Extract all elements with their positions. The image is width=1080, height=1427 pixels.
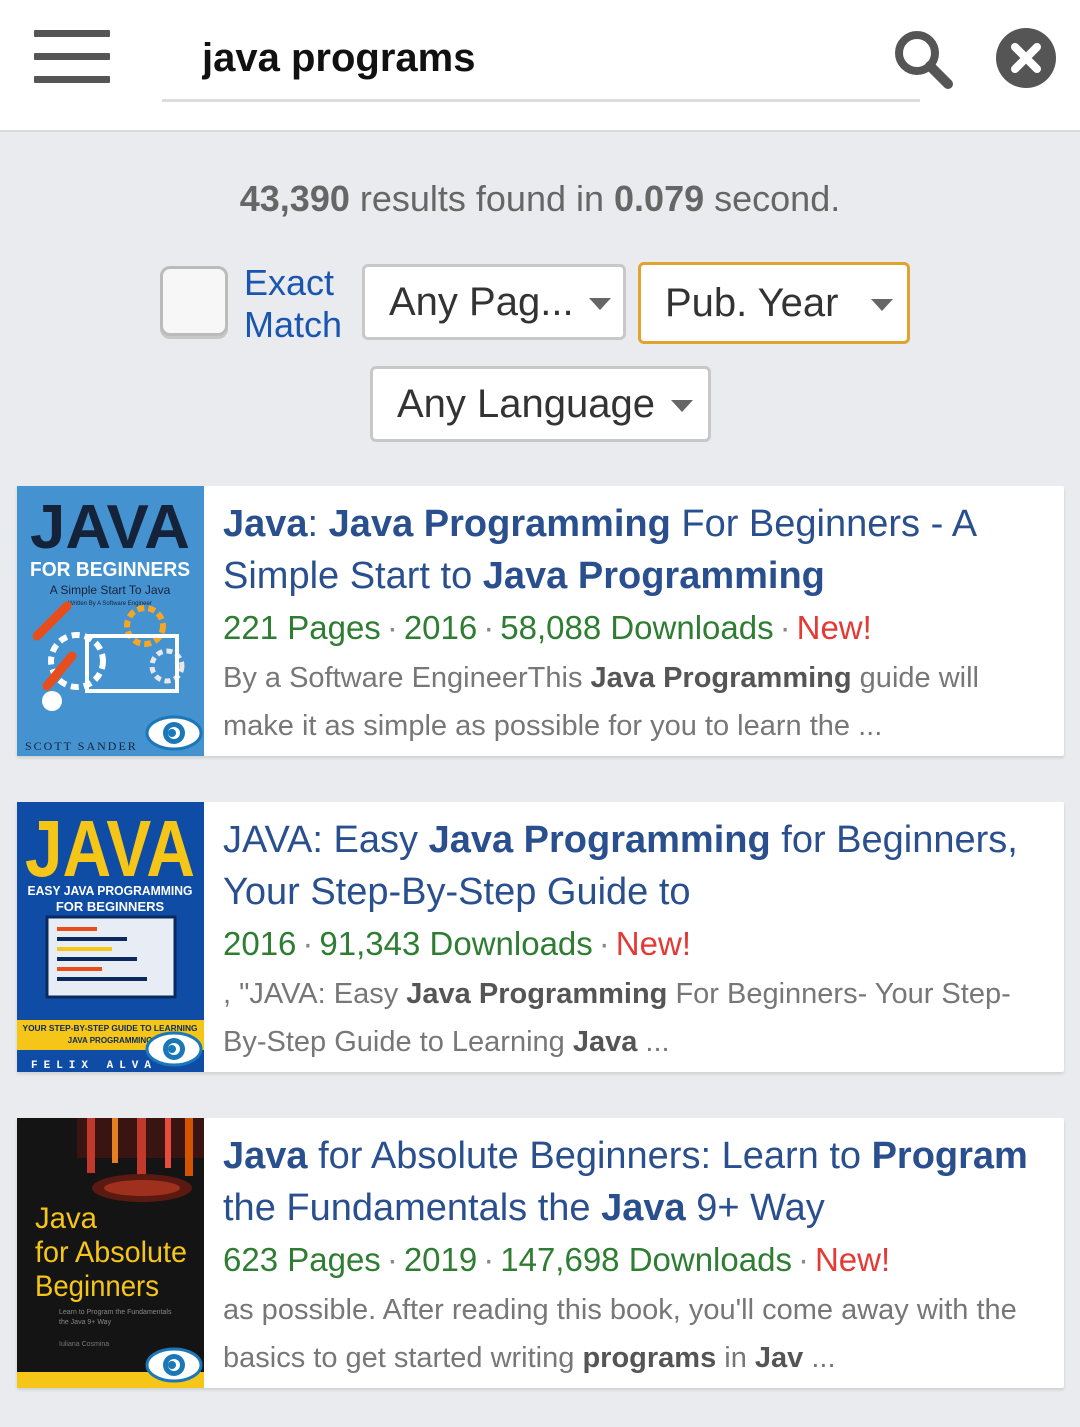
desc-fragment: Java Programming: [590, 662, 852, 694]
chevron-down-icon: [871, 299, 893, 311]
title-fragment: Java: [601, 1187, 686, 1229]
hamburger-menu-icon[interactable]: [34, 30, 110, 84]
cover-title: for Absolute: [35, 1236, 187, 1269]
result-body: Java for Absolute Beginners: Learn to Pr…: [223, 1130, 1053, 1382]
title-fragment: for Absolute Beginners: Learn to: [307, 1135, 872, 1177]
language-filter-select[interactable]: Any Language: [370, 366, 711, 442]
search-icon[interactable]: [892, 28, 954, 90]
title-fragment: :: [307, 503, 329, 545]
preview-eye-icon[interactable]: [145, 714, 203, 752]
new-badge: New!: [814, 1241, 891, 1278]
search-input[interactable]: [202, 28, 902, 88]
exact-match-label[interactable]: Exact Match: [244, 262, 342, 346]
search-box: [162, 22, 920, 102]
result-description: By a Software EngineerThis Java Programm…: [223, 654, 1053, 750]
cover-banner: JAVA PROGRAMMING: [68, 1036, 153, 1045]
separator: ·: [386, 609, 398, 646]
result-meta: 221 Pages · 2016 · 58,088 Downloads · New!: [223, 602, 1053, 654]
publication-year: 2016: [403, 609, 478, 646]
title-fragment: Java Programming: [328, 503, 671, 545]
cover-author: Iuliana Cosmina: [59, 1341, 109, 1348]
desc-fragment: ...: [637, 1026, 670, 1058]
desc-fragment: By a Software EngineerThis: [223, 662, 591, 694]
desc-fragment: in: [716, 1342, 755, 1374]
title-fragment: Java: [223, 503, 308, 545]
download-count: 58,088 Downloads: [500, 609, 774, 646]
results-summary: 43,390 results found in 0.079 second.: [0, 178, 1080, 220]
result-card[interactable]: Java for Absolute Beginners Learn to Pro…: [17, 1118, 1064, 1388]
result-title[interactable]: Java for Absolute Beginners: Learn to Pr…: [223, 1130, 1053, 1234]
publication-year: 2016: [223, 925, 297, 962]
preview-eye-icon[interactable]: [145, 1346, 203, 1384]
separator: ·: [302, 925, 314, 962]
result-meta: 623 Pages · 2019 · 147,698 Downloads · New!: [223, 1234, 1053, 1286]
cover-subtitle: FOR BEGINNERS: [56, 899, 165, 914]
title-fragment: Java Programming: [428, 819, 771, 861]
top-bar: [0, 0, 1080, 132]
desc-fragment: Jav: [754, 1342, 804, 1374]
new-badge: New!: [615, 925, 691, 962]
separator: ·: [483, 1241, 495, 1278]
result-body: JAVA: Easy Java Programming for Beginner…: [223, 814, 1053, 1066]
result-description: , "JAVA: Easy Java Programming For Begin…: [223, 970, 1053, 1066]
cover-subtitle: FOR BEGINNERS: [30, 559, 190, 581]
title-fragment: : Easy: [312, 819, 429, 861]
separator: ·: [598, 925, 610, 962]
new-badge: New!: [796, 609, 872, 646]
page-count: 221 Pages: [223, 609, 381, 646]
separator: ·: [386, 1241, 398, 1278]
result-body: Java: Java Programming For Beginners - A…: [223, 498, 1053, 750]
result-card[interactable]: JAVA FOR BEGINNERS A Simple Start To Jav…: [17, 486, 1064, 756]
desc-fragment: Java Programming: [406, 978, 668, 1010]
result-title[interactable]: Java: Java Programming For Beginners - A…: [223, 498, 1053, 602]
result-description: as possible. After reading this book, yo…: [223, 1286, 1053, 1382]
title-fragment: Java: [223, 1135, 308, 1177]
publication-year: 2019: [403, 1241, 478, 1278]
exact-match-checkbox[interactable]: [160, 266, 228, 336]
results-summary-suffix: second.: [704, 178, 841, 219]
cover-title: Beginners: [35, 1270, 159, 1303]
cover-tagline: A Simple Start To Java: [50, 583, 171, 597]
pages-filter-value: Any Pag...: [389, 280, 574, 324]
title-fragment: Program: [871, 1135, 1028, 1177]
year-filter-value: Pub. Year: [665, 281, 839, 325]
title-fragment: Java Programming: [482, 555, 825, 597]
results-count: 43,390: [239, 178, 350, 219]
results-summary-text: results found in: [349, 178, 615, 219]
title-fragment: 9+ Way: [685, 1187, 825, 1229]
search-time: 0.079: [614, 178, 705, 219]
chevron-down-icon: [671, 400, 693, 412]
separator: ·: [779, 609, 791, 646]
chevron-down-icon: [589, 298, 611, 310]
title-fragment: JAVA: [223, 819, 313, 861]
pages-filter-select[interactable]: Any Pag...: [362, 264, 626, 340]
year-filter-select[interactable]: Pub. Year: [638, 262, 910, 344]
result-title[interactable]: JAVA: Easy Java Programming for Beginner…: [223, 814, 1053, 918]
cover-small-text: Learn to Program the Fundamentals: [59, 1309, 172, 1316]
exact-match-label-line2: Match: [244, 304, 343, 345]
desc-fragment: Java: [572, 1026, 638, 1058]
preview-eye-icon[interactable]: [145, 1030, 203, 1068]
separator: ·: [483, 609, 495, 646]
cover-title: JAVA: [30, 493, 190, 562]
cover-title: Java: [35, 1202, 97, 1235]
download-count: 147,698 Downloads: [500, 1241, 792, 1278]
exact-match-label-line1: Exact: [244, 262, 335, 303]
title-fragment: the Fundamentals the: [223, 1187, 602, 1229]
cover-small-text: the Java 9+ Way: [59, 1319, 112, 1326]
close-icon[interactable]: [996, 28, 1056, 88]
page-count: 623 Pages: [223, 1241, 381, 1278]
language-filter-value: Any Language: [397, 382, 656, 426]
result-card[interactable]: JAVA EASY JAVA PROGRAMMING FOR BEGINNERS…: [17, 802, 1064, 1072]
cover-author: FELIX ALVA: [31, 1060, 157, 1072]
desc-fragment: ...: [803, 1342, 836, 1374]
desc-fragment: programs: [582, 1342, 717, 1374]
cover-title: JAVA: [25, 804, 195, 893]
cover-subtitle: EASY JAVA PROGRAMMING: [28, 883, 193, 898]
cover-author: SCOTT SANDER: [25, 739, 138, 753]
download-count: 91,343 Downloads: [319, 925, 593, 962]
separator: ·: [797, 1241, 809, 1278]
result-meta: 2016 · 91,343 Downloads · New!: [223, 918, 1053, 970]
desc-fragment: , "JAVA: Easy: [223, 978, 407, 1010]
